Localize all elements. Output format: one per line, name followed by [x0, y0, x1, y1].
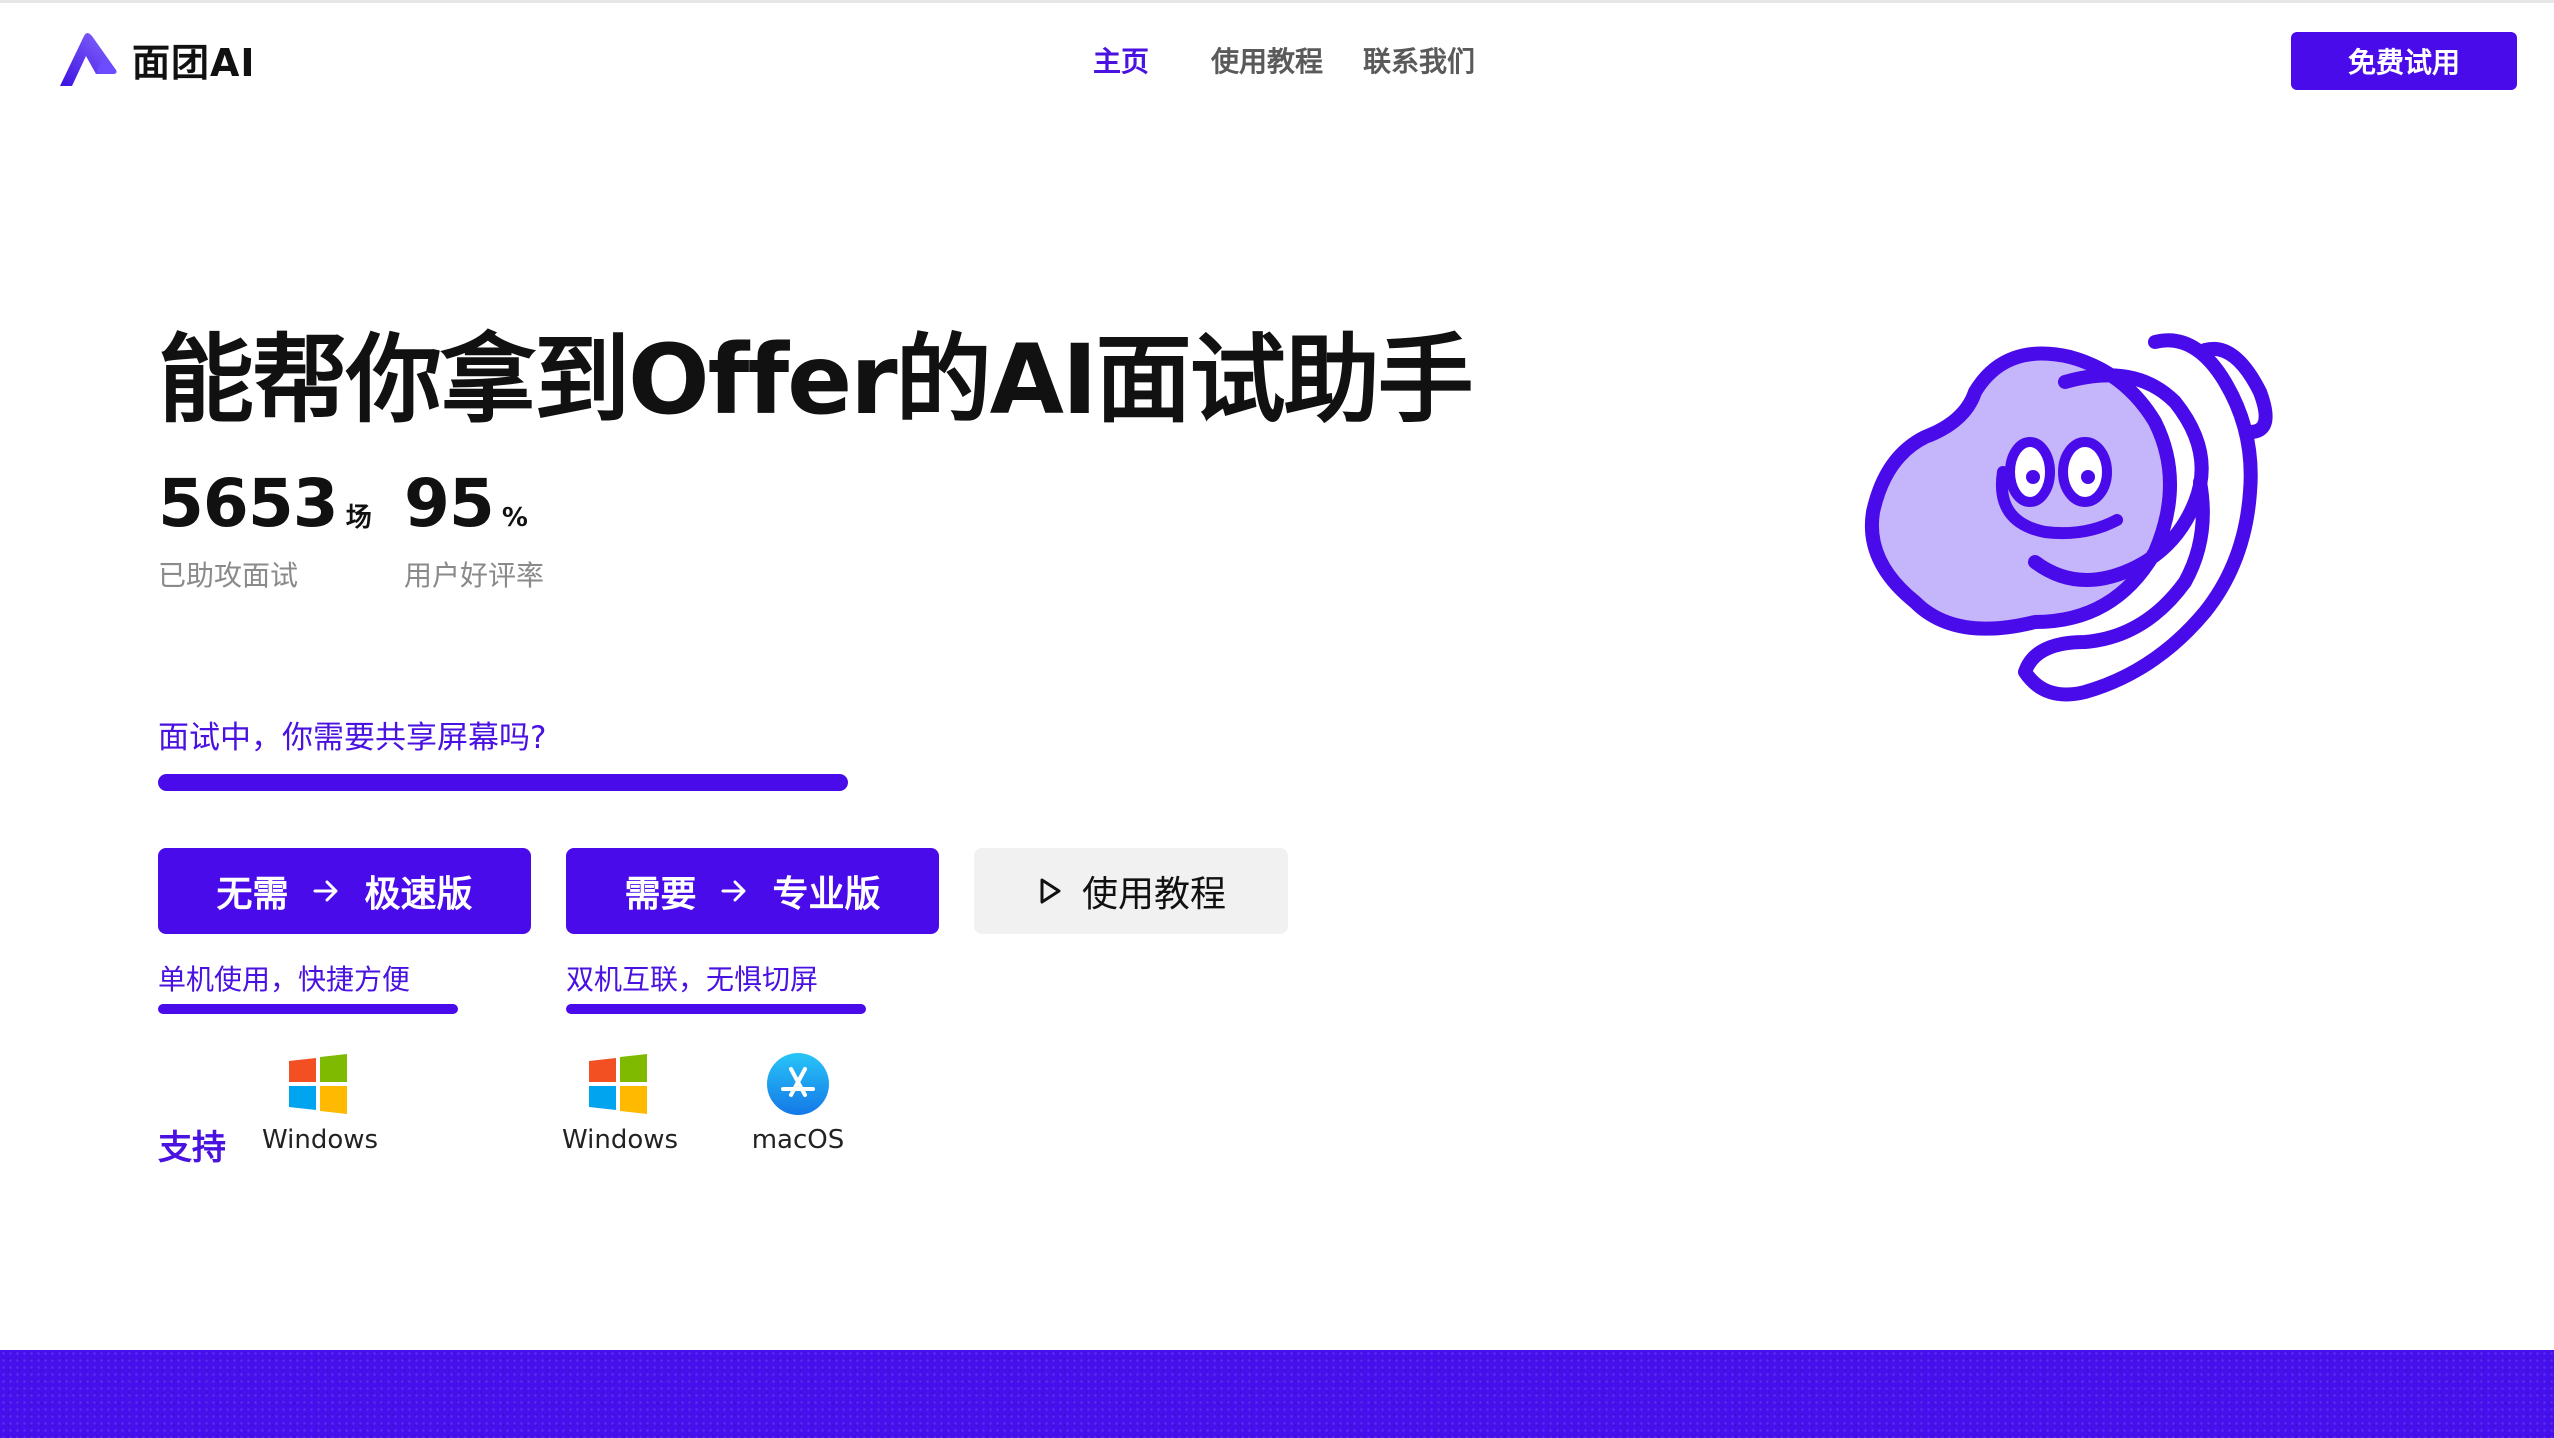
- stat-label: 已助攻面试: [158, 559, 299, 592]
- button-prefix: 需要: [624, 874, 697, 915]
- platform-macos-pro[interactable]: macOS: [742, 1053, 854, 1155]
- windows-icon: [289, 1054, 347, 1114]
- stat-interviews: 5653 场 已助攻面试: [158, 465, 372, 594]
- pro-version-button[interactable]: 需要 专业版: [566, 848, 939, 934]
- stat-label: 用户好评率: [404, 559, 545, 592]
- stat-value: 5653: [158, 465, 339, 542]
- stat-value: 95: [404, 465, 495, 542]
- button-version-name: 极速版: [364, 874, 473, 915]
- express-version-button[interactable]: 无需 极速版: [158, 848, 531, 934]
- pro-underline: [566, 1004, 866, 1014]
- logo-icon: [60, 33, 117, 86]
- windows-icon: [589, 1054, 647, 1114]
- platform-windows-pro[interactable]: Windows: [562, 1053, 679, 1155]
- arrow-right-icon: [721, 880, 745, 902]
- express-underline: [158, 1004, 458, 1014]
- stat-unit: 场: [345, 503, 372, 533]
- question-underline: [158, 774, 848, 791]
- play-icon: [1040, 878, 1061, 904]
- platform-name: macOS: [751, 1125, 845, 1155]
- platform-name: Windows: [562, 1125, 679, 1155]
- platform-name: Windows: [262, 1125, 379, 1155]
- button-version-name: 专业版: [772, 874, 881, 915]
- logo[interactable]: 面团AI: [56, 30, 256, 88]
- button-prefix: 无需: [216, 874, 289, 915]
- footer-band: [0, 1350, 2554, 1438]
- express-description: 单机使用，快捷方便: [158, 963, 411, 996]
- pro-description: 双机互联，无惧切屏: [566, 963, 819, 996]
- logo-text: 面团AI: [132, 40, 256, 85]
- platform-windows-express[interactable]: Windows: [262, 1053, 379, 1155]
- stat-unit: %: [501, 503, 528, 533]
- screen-share-question: 面试中，你需要共享屏幕吗?: [158, 720, 547, 756]
- support-label: 支持: [158, 1128, 226, 1168]
- nav-contact[interactable]: 联系我们: [1363, 40, 1475, 80]
- nav-tutorial[interactable]: 使用教程: [1211, 40, 1323, 80]
- mascot-illustration: [1865, 333, 2273, 702]
- hero-title: 能帮你拿到Offer的AI面试助手: [158, 324, 1474, 436]
- arrow-right-icon: [313, 880, 337, 902]
- site-header: 面团AI 主页 使用教程 联系我们 免费试用: [0, 0, 2554, 120]
- tutorial-button[interactable]: 使用教程: [974, 848, 1288, 934]
- tutorial-button-label: 使用教程: [1081, 874, 1226, 915]
- free-trial-button[interactable]: 免费试用: [2291, 32, 2517, 90]
- stat-satisfaction: 95 % 用户好评率: [404, 465, 544, 594]
- app-store-icon: [767, 1053, 829, 1115]
- main-nav: 主页 使用教程 联系我们: [1093, 40, 1475, 80]
- nav-home[interactable]: 主页: [1093, 40, 1149, 80]
